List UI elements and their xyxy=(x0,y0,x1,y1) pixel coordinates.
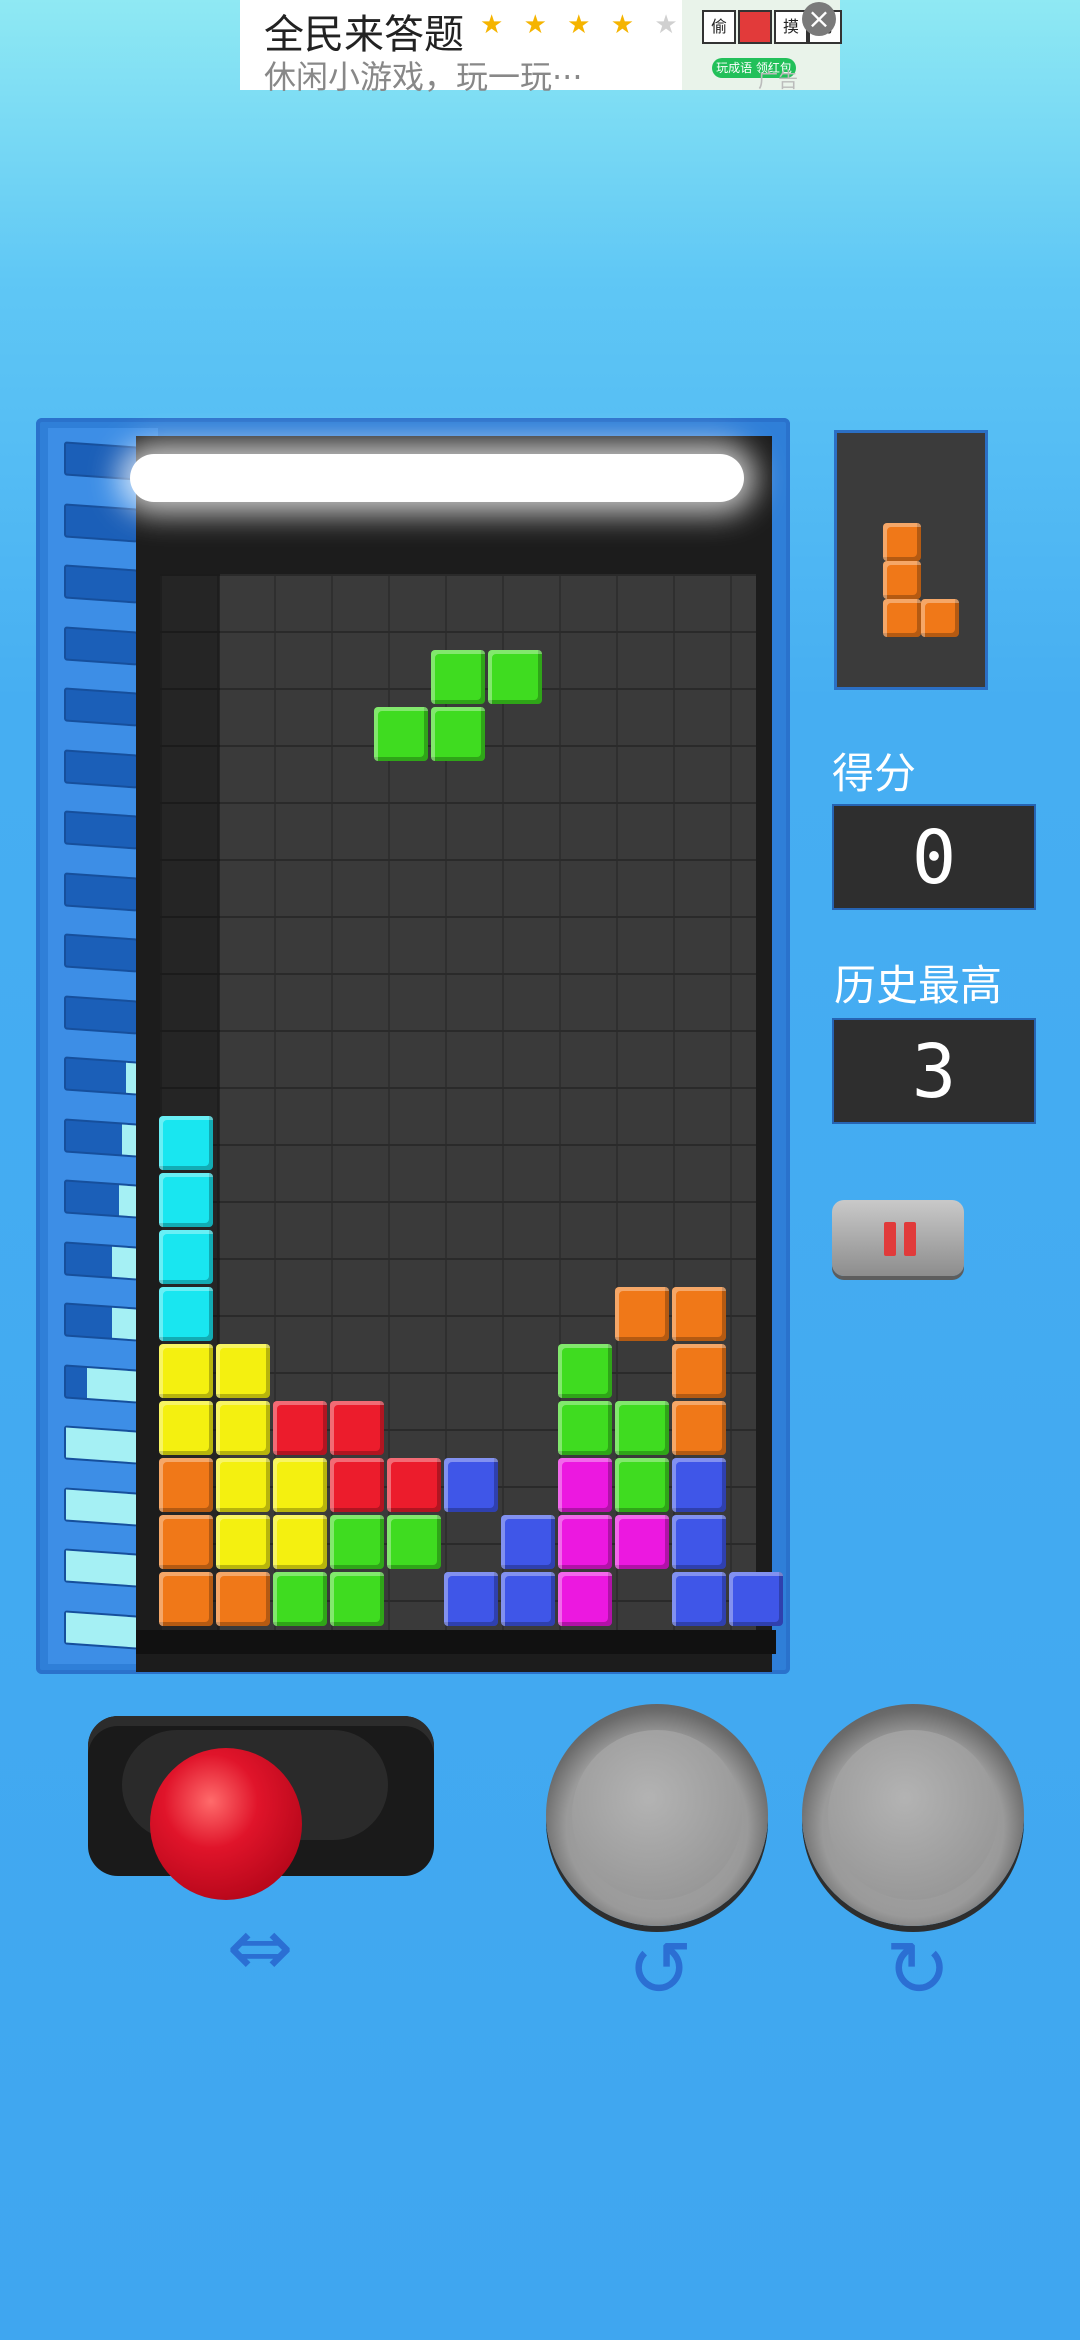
level-meter-segment xyxy=(64,1302,138,1342)
next-piece-preview xyxy=(834,430,988,690)
placed-block xyxy=(330,1401,384,1455)
placed-block xyxy=(558,1401,612,1455)
star-icon: ★ xyxy=(610,10,641,40)
placed-block xyxy=(558,1458,612,1512)
level-meter-segment xyxy=(64,441,138,481)
placed-block xyxy=(273,1515,327,1569)
placed-block xyxy=(330,1458,384,1512)
placed-block xyxy=(273,1401,327,1455)
placed-block xyxy=(159,1230,213,1284)
best-score-label: 历史最高 xyxy=(834,961,1003,1010)
rotate-right-button[interactable] xyxy=(802,1704,1024,1926)
level-meter-segment xyxy=(64,1425,138,1465)
star-icon: ★ xyxy=(523,10,553,40)
star-icon: ★ xyxy=(654,10,684,40)
ad-label: 广告 xyxy=(758,68,798,92)
placed-block xyxy=(159,1344,213,1398)
pause-button[interactable] xyxy=(832,1200,964,1276)
placed-block xyxy=(672,1572,726,1626)
level-meter-segment xyxy=(64,810,138,850)
next-piece-block xyxy=(921,599,959,637)
placed-block xyxy=(615,1287,669,1341)
placed-block xyxy=(672,1458,726,1512)
level-meter-segment xyxy=(64,871,138,912)
ad-rating-stars: ★ ★ ★ ★ ★ xyxy=(480,10,684,40)
next-piece-block xyxy=(883,599,921,637)
level-meter-segment xyxy=(64,1240,138,1281)
falling-block xyxy=(431,650,485,704)
ad-thumb-cell xyxy=(738,10,772,44)
placed-block xyxy=(615,1401,669,1455)
level-meter-segment xyxy=(64,687,138,727)
falling-block xyxy=(374,707,428,761)
placed-block xyxy=(672,1401,726,1455)
placed-block xyxy=(216,1572,270,1626)
next-piece-block xyxy=(883,561,921,599)
level-meter-segment xyxy=(64,564,138,604)
rotate-left-button[interactable] xyxy=(546,1704,768,1926)
close-icon[interactable]: × xyxy=(802,2,836,36)
score-label: 得分 xyxy=(832,749,917,798)
level-meter-segment xyxy=(64,1117,138,1158)
placed-block xyxy=(501,1515,555,1569)
placed-block xyxy=(444,1458,498,1512)
placed-block xyxy=(615,1515,669,1569)
level-meter-segment xyxy=(64,933,138,973)
placed-block xyxy=(615,1458,669,1512)
placed-block xyxy=(273,1572,327,1626)
falling-block xyxy=(431,707,485,761)
placed-block xyxy=(501,1572,555,1626)
star-icon: ★ xyxy=(480,10,510,40)
board-lamp xyxy=(130,454,744,502)
rotate-right-icon: ↻ xyxy=(885,1925,951,2015)
level-meter-segment xyxy=(64,625,138,666)
next-piece-block xyxy=(883,523,921,561)
placed-block xyxy=(444,1572,498,1626)
level-meter-segment xyxy=(64,1486,138,1527)
level-meter-segment xyxy=(64,994,138,1035)
placed-block xyxy=(159,1458,213,1512)
placed-block xyxy=(159,1116,213,1170)
placed-block xyxy=(387,1515,441,1569)
placed-block xyxy=(273,1458,327,1512)
placed-block xyxy=(672,1287,726,1341)
placed-block xyxy=(672,1515,726,1569)
placed-block xyxy=(216,1515,270,1569)
joystick[interactable] xyxy=(150,1748,302,1900)
placed-block xyxy=(387,1458,441,1512)
placed-block xyxy=(216,1401,270,1455)
level-meter-segment xyxy=(64,502,138,543)
level-meter-segment xyxy=(64,1363,138,1404)
placed-block xyxy=(330,1515,384,1569)
placed-block xyxy=(672,1344,726,1398)
level-meter-segment xyxy=(64,1056,138,1096)
level-meter-segment xyxy=(64,1179,138,1219)
placed-block xyxy=(558,1515,612,1569)
placed-block xyxy=(330,1572,384,1626)
placed-block xyxy=(159,1572,213,1626)
placed-block xyxy=(159,1515,213,1569)
placed-block xyxy=(159,1401,213,1455)
placed-block xyxy=(729,1572,783,1626)
star-icon: ★ xyxy=(567,10,597,40)
move-left-right-icon: ⇔ xyxy=(226,1901,294,1994)
placed-block xyxy=(159,1173,213,1227)
falling-block xyxy=(488,650,542,704)
level-meter-segment xyxy=(64,748,138,789)
rotate-left-icon: ↺ xyxy=(627,1925,693,2015)
level-meter-segment xyxy=(64,1548,138,1588)
best-score-display: 3 xyxy=(832,1018,1036,1124)
placed-block xyxy=(558,1572,612,1626)
level-meter-segment xyxy=(64,1609,138,1650)
board-floor xyxy=(136,1630,776,1654)
ad-subtitle: 休闲小游戏，玩一玩··· xyxy=(264,58,583,96)
placed-block xyxy=(216,1458,270,1512)
ad-thumb-cell: 偷 xyxy=(702,10,736,44)
score-display: 0 xyxy=(832,804,1036,910)
placed-block xyxy=(216,1344,270,1398)
placed-block xyxy=(558,1344,612,1398)
ad-banner[interactable]: 全民来答题 ★ ★ ★ ★ ★ 休闲小游戏，玩一玩··· 偷 摸 狗 玩成语 领… xyxy=(240,0,842,96)
placed-block xyxy=(159,1287,213,1341)
